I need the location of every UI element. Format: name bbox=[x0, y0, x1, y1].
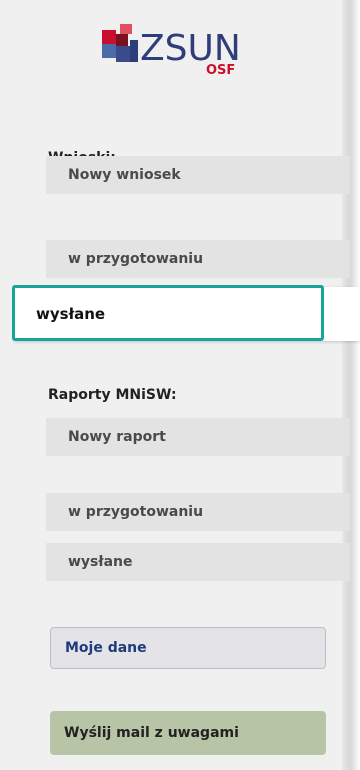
nav-raporty-wyslane[interactable]: wysłane bbox=[46, 543, 350, 581]
sidebar-edge-shadow bbox=[342, 0, 360, 770]
nav-wnioski-wyslane-label: wysłane bbox=[36, 305, 106, 323]
zsun-logo[interactable]: ZSUN OSF bbox=[102, 22, 282, 78]
zsun-logo-mark: ZSUN OSF bbox=[102, 24, 241, 78]
nav-wnioski-wyslane[interactable]: wysłane bbox=[14, 287, 360, 341]
nav-nowy-raport[interactable]: Nowy raport bbox=[46, 418, 350, 456]
moje-dane-button[interactable]: Moje dane bbox=[50, 627, 326, 669]
raporty-heading: Raporty MNiSW: bbox=[48, 387, 177, 403]
nav-nowy-wniosek[interactable]: Nowy wniosek bbox=[46, 156, 350, 194]
nav-raporty-w-przygotowaniu[interactable]: w przygotowaniu bbox=[46, 493, 350, 531]
send-feedback-button[interactable]: Wyślij mail z uwagami bbox=[50, 711, 326, 755]
logo-subtext: OSF bbox=[206, 63, 235, 78]
nav-wnioski-w-przygotowaniu[interactable]: w przygotowaniu bbox=[46, 240, 350, 278]
